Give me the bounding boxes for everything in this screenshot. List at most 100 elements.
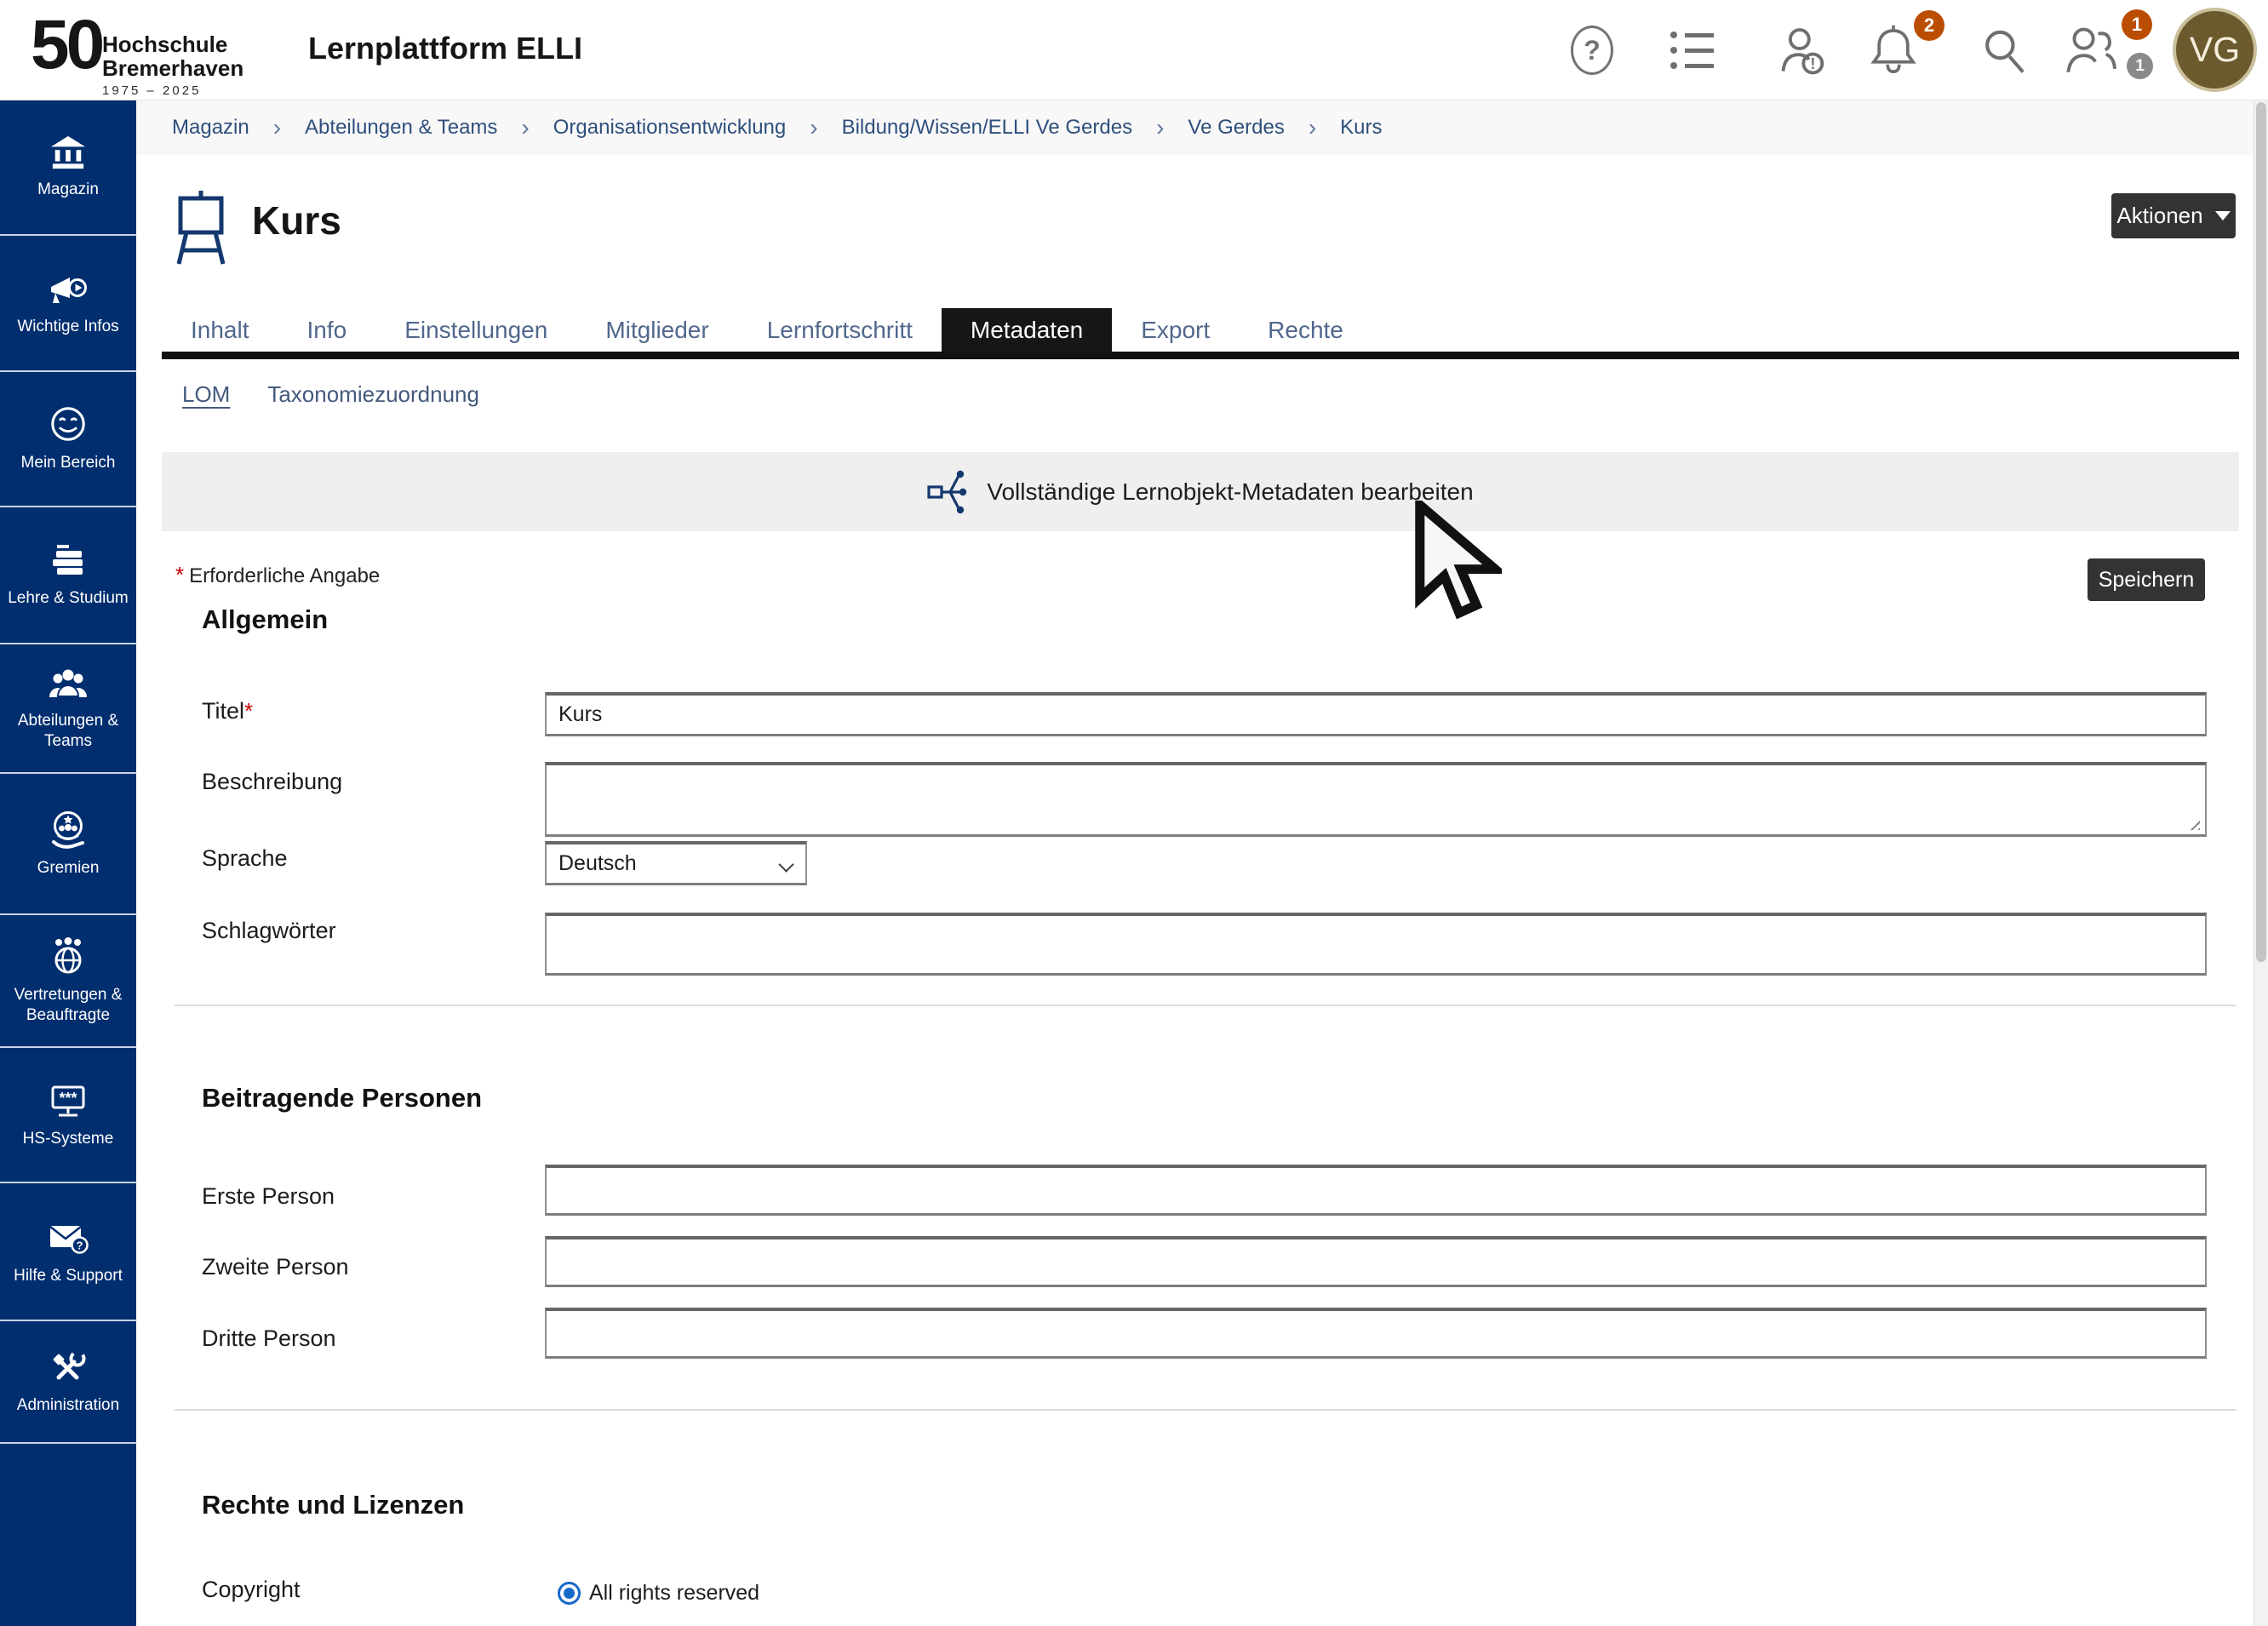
- breadcrumb-item[interactable]: Ve Gerdes: [1188, 116, 1284, 140]
- subtab-bar: LOM Taxonomiezuordnung: [182, 381, 479, 408]
- list-icon: [1670, 31, 1714, 38]
- page-title: Kurs: [252, 198, 341, 243]
- chevron-right-icon: ›: [1309, 114, 1316, 141]
- question-mark-icon: ?: [1571, 26, 1613, 75]
- tab-bar: Inhalt Info Einstellungen Mitglieder Ler…: [162, 308, 1372, 352]
- sidebar-item-label: Wichtige Infos: [17, 317, 118, 337]
- titel-input[interactable]: [545, 692, 2207, 736]
- chevron-right-icon: ›: [810, 114, 817, 141]
- main-sidebar: Magazin Wichtige Infos Mein Bereich Lehr…: [0, 100, 136, 1626]
- notifications-button[interactable]: [1868, 22, 1919, 78]
- svg-text:!: !: [1810, 55, 1815, 72]
- erste-person-input[interactable]: [545, 1165, 2207, 1216]
- sidebar-item-hilfe-support[interactable]: ? Hilfe & Support: [0, 1183, 136, 1321]
- zweite-person-input[interactable]: [545, 1236, 2207, 1287]
- section-heading-rechte: Rechte und Lizenzen: [202, 1490, 464, 1520]
- sidebar-item-label: Vertretungen & Beauftragte: [4, 985, 132, 1026]
- sidebar-item-label: Lehre & Studium: [8, 588, 129, 609]
- contacts-button[interactable]: [2064, 26, 2122, 77]
- tools-icon: [48, 1348, 89, 1386]
- sidebar-item-label: Magazin: [37, 180, 99, 200]
- zweite-person-label: Zweite Person: [202, 1254, 349, 1280]
- sidebar-item-lehre-studium[interactable]: Lehre & Studium: [0, 507, 136, 644]
- people-group-icon: [47, 666, 89, 701]
- notifications-badge: 2: [1914, 10, 1944, 41]
- tab-rechte[interactable]: Rechte: [1239, 308, 1372, 352]
- sidebar-item-wichtige-infos[interactable]: Wichtige Infos: [0, 236, 136, 372]
- sidebar-item-label: Administration: [17, 1395, 119, 1416]
- search-icon: [1980, 26, 2028, 77]
- chevron-right-icon: ›: [1156, 114, 1164, 141]
- beschreibung-label: Beschreibung: [202, 769, 342, 795]
- schlagwoerter-label: Schlagwörter: [202, 918, 336, 944]
- section-heading-beitragende: Beitragende Personen: [202, 1083, 482, 1114]
- tab-einstellungen[interactable]: Einstellungen: [375, 308, 576, 352]
- awareness-button[interactable]: !: [1778, 24, 1830, 77]
- chevron-down-icon: [778, 856, 793, 872]
- sprache-select[interactable]: Deutsch: [545, 841, 807, 885]
- chevron-right-icon: ›: [521, 114, 529, 141]
- copyright-radio-label: All rights reserved: [589, 1581, 759, 1606]
- svg-text:?: ?: [77, 1239, 83, 1251]
- section-divider: [175, 1005, 2236, 1006]
- course-easel-icon: [175, 189, 227, 267]
- help-button[interactable]: ?: [1571, 26, 1613, 75]
- menu-list-button[interactable]: [1670, 31, 1714, 69]
- actions-button[interactable]: Aktionen: [2111, 193, 2236, 238]
- required-asterisk: *: [244, 698, 253, 724]
- monitor-icon: ***: [47, 1080, 89, 1119]
- copyright-label: Copyright: [202, 1577, 301, 1603]
- radio-dot: [564, 1588, 575, 1599]
- sidebar-item-mein-bereich[interactable]: Mein Bereich: [0, 372, 136, 507]
- vertical-scrollbar[interactable]: [2254, 100, 2268, 1626]
- copyright-radio[interactable]: [558, 1582, 581, 1605]
- search-button[interactable]: [1980, 26, 2028, 77]
- sidebar-item-gremien[interactable]: Gremien: [0, 774, 136, 915]
- tab-mitglieder[interactable]: Mitglieder: [576, 308, 737, 352]
- schlagwoerter-input[interactable]: [545, 913, 2207, 976]
- tab-metadaten[interactable]: Metadaten: [942, 308, 1112, 352]
- avatar[interactable]: VG: [2173, 8, 2257, 92]
- books-icon: [48, 541, 89, 579]
- subtab-taxonomiezuordnung[interactable]: Taxonomiezuordnung: [267, 381, 479, 408]
- sidebar-item-magazin[interactable]: Magazin: [0, 100, 136, 236]
- sidebar-item-abteilungen-teams[interactable]: Abteilungen & Teams: [0, 644, 136, 774]
- lernplattform-elli-page: { "header": { "logo": { "number": "50", …: [0, 0, 2268, 1626]
- bank-icon: [48, 135, 89, 170]
- tab-export[interactable]: Export: [1112, 308, 1239, 352]
- tab-lernfortschritt[interactable]: Lernfortschritt: [738, 308, 942, 352]
- scrollbar-thumb[interactable]: [2256, 102, 2266, 962]
- people-icon: [2064, 26, 2122, 77]
- chevron-right-icon: ›: [273, 114, 281, 141]
- logo-line1: Hochschule: [102, 32, 243, 56]
- person-alert-icon: !: [1778, 24, 1830, 77]
- tab-info[interactable]: Info: [278, 308, 376, 352]
- edit-full-metadata-label: Vollständige Lernobjekt-Metadaten bearbe…: [987, 478, 1473, 506]
- subtab-lom[interactable]: LOM: [182, 381, 230, 408]
- top-header: 50 Hochschule Bremerhaven 1975 – 2025 Le…: [0, 0, 2268, 100]
- megaphone-icon: [47, 270, 89, 307]
- sidebar-item-vertretungen[interactable]: Vertretungen & Beauftragte: [0, 915, 136, 1048]
- edit-full-metadata-banner[interactable]: Vollständige Lernobjekt-Metadaten bearbe…: [162, 452, 2239, 531]
- caret-down-icon: [2215, 211, 2231, 220]
- breadcrumb-item-current[interactable]: Kurs: [1340, 116, 1382, 140]
- breadcrumb-item[interactable]: Abteilungen & Teams: [305, 116, 497, 140]
- sidebar-item-label: Mein Bereich: [21, 453, 116, 473]
- breadcrumb: Magazin › Abteilungen & Teams › Organisa…: [136, 100, 2268, 155]
- actions-button-label: Aktionen: [2116, 203, 2202, 229]
- beschreibung-textarea[interactable]: [545, 762, 2207, 837]
- copyright-radio-row: All rights reserved: [558, 1581, 759, 1606]
- breadcrumb-item[interactable]: Magazin: [172, 116, 249, 140]
- sidebar-item-hs-systeme[interactable]: *** HS-Systeme: [0, 1048, 136, 1183]
- tab-underline: [162, 352, 2239, 359]
- sidebar-item-administration[interactable]: Administration: [0, 1321, 136, 1444]
- breadcrumb-item[interactable]: Organisationsentwicklung: [553, 116, 786, 140]
- svg-text:***: ***: [59, 1090, 77, 1107]
- tab-inhalt[interactable]: Inhalt: [162, 308, 278, 352]
- breadcrumb-item[interactable]: Bildung/Wissen/ELLI Ve Gerdes: [842, 116, 1133, 140]
- sprache-label: Sprache: [202, 845, 288, 872]
- sidebar-item-label: Abteilungen & Teams: [4, 711, 132, 752]
- logo-years: 1975 – 2025: [102, 83, 243, 98]
- dritte-person-input[interactable]: [545, 1308, 2207, 1359]
- save-button[interactable]: Speichern: [2088, 558, 2205, 601]
